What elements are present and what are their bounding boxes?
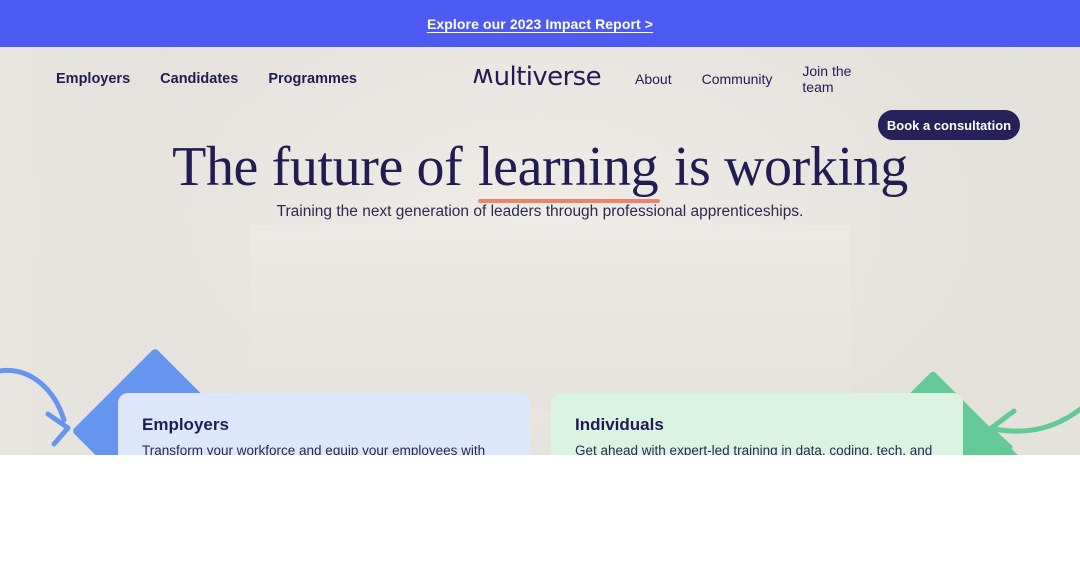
impact-report-link[interactable]: Explore our 2023 Impact Report > [427,16,653,32]
page-title: The future of learning is working [0,135,1080,203]
nav-item-programmes[interactable]: Programmes [268,71,357,87]
page-subtitle: Training the next generation of leaders … [276,203,804,220]
nav-item-employers[interactable]: Employers [56,71,130,87]
nav-item-community[interactable]: Community [702,71,773,87]
hero-photo [250,225,1062,455]
main-navigation: Employers Candidates Programmes wultiver… [0,47,1080,140]
nav-right-group: About Community Join the team [635,63,854,95]
page-bottom-area [0,455,1080,561]
headline-part-2: is working [660,136,908,198]
nav-item-about[interactable]: About [635,71,672,87]
landing-page: Explore our 2023 Impact Report > Employe… [0,0,1080,561]
headline-part-1: The future of [172,136,476,198]
multiverse-logo[interactable]: wultiverse [473,62,602,92]
left-curved-arrow-icon [0,368,71,447]
logo-text-rest: ultiverse [493,62,602,92]
announcement-banner: Explore our 2023 Impact Report > [0,0,1080,47]
logo-m-glyph: w [473,62,494,92]
employers-card-title: Employers [142,415,229,434]
nav-item-candidates[interactable]: Candidates [160,71,238,87]
nav-item-join-the-team[interactable]: Join the team [802,63,854,95]
individuals-card-title: Individuals [575,415,664,434]
nav-left-group: Employers Candidates Programmes [56,71,357,87]
headline-highlight: learning [477,136,661,203]
